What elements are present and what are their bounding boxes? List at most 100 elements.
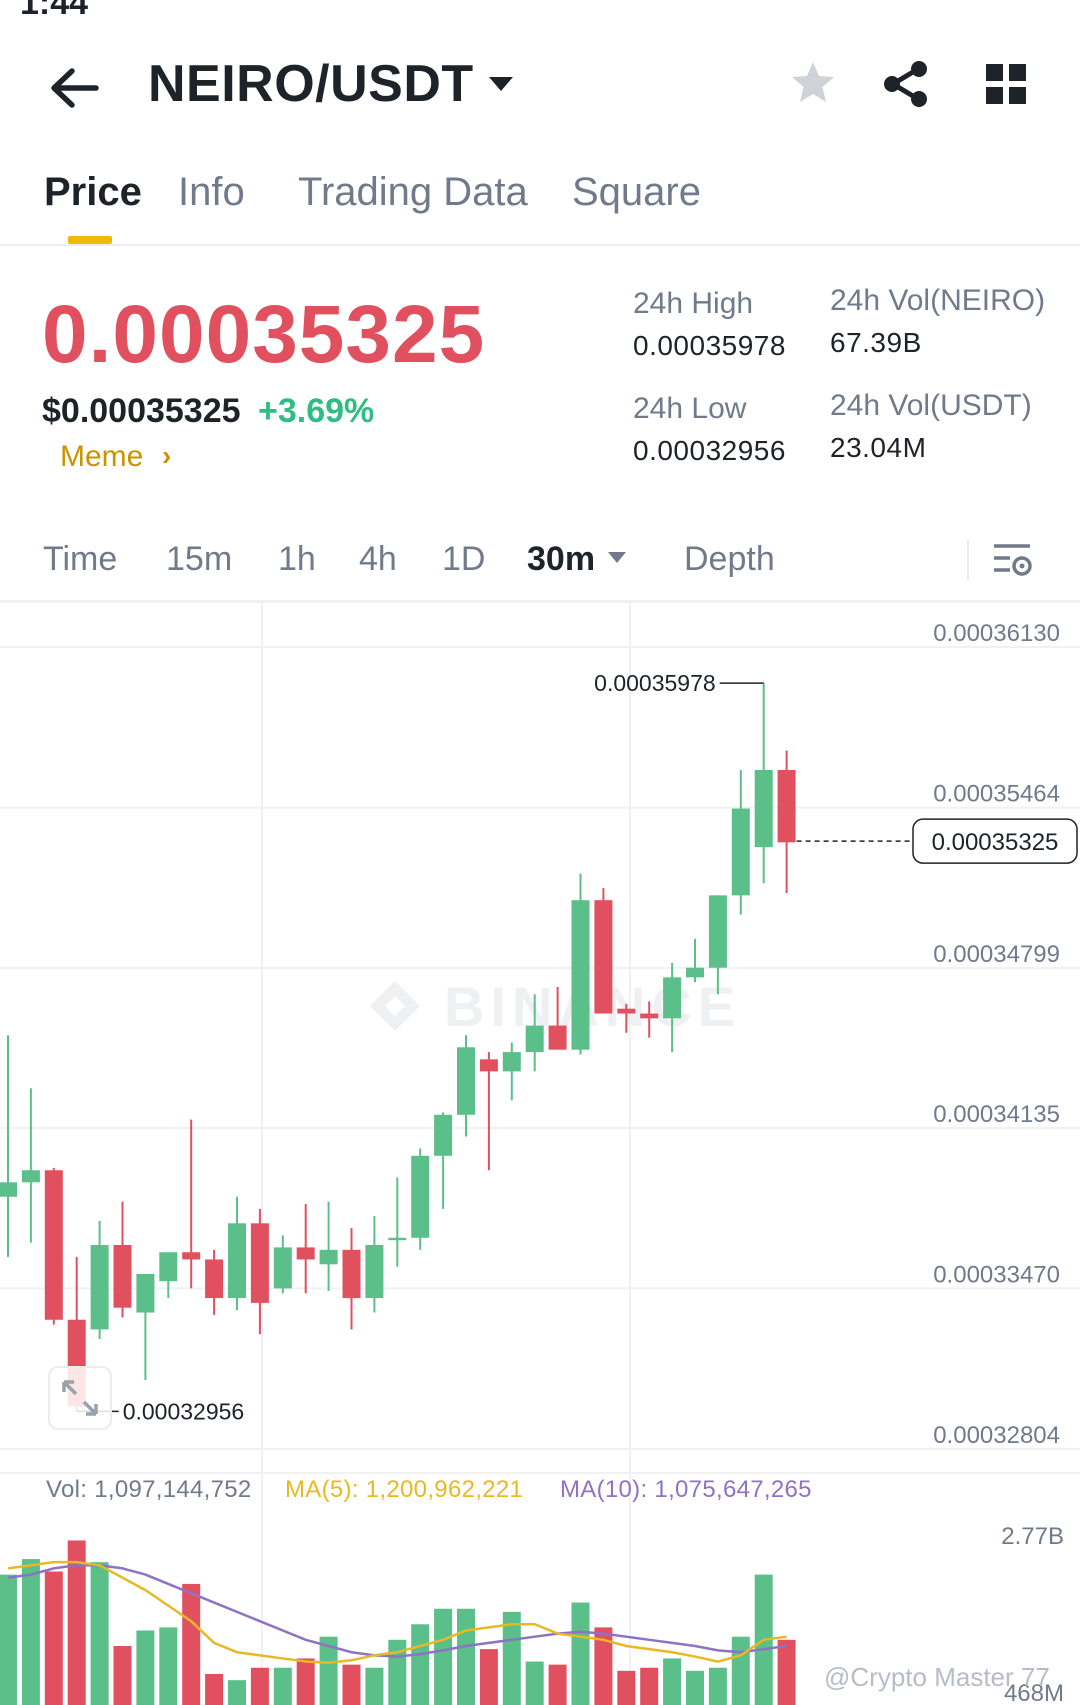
volume-bar (777, 1639, 796, 1705)
tab-square[interactable]: Square (572, 170, 701, 215)
stat-24h-high-label: 24h High (633, 287, 754, 320)
volume-bar (136, 1630, 155, 1705)
stat-24h-vol-base-label: 24h Vol(NEIRO) (830, 284, 1046, 317)
candle-down (44, 1170, 63, 1320)
favorite-button[interactable] (788, 58, 838, 108)
pair-dropdown[interactable] (486, 70, 516, 100)
stat-24h-high-value: 0.00035978 (633, 330, 786, 361)
candle-up (434, 1114, 453, 1156)
volume-bar (411, 1624, 430, 1705)
candle-up (754, 769, 773, 848)
volume-bar (342, 1664, 361, 1705)
volume-bar (457, 1608, 475, 1705)
volume-bar (525, 1661, 544, 1705)
volume-bar (708, 1667, 727, 1705)
candle-down (617, 1008, 636, 1014)
timeframe-1h[interactable]: 1h (278, 540, 316, 579)
toolbar-separator (967, 540, 969, 580)
ma5-legend: MA(5): 1,200,962,221 (285, 1476, 524, 1503)
candle-up (273, 1247, 292, 1289)
chart-settings-icon (994, 544, 1032, 576)
fullscreen-button[interactable] (48, 1366, 112, 1430)
candle-up (0, 1182, 17, 1197)
timeframe-selected[interactable]: 30m (527, 540, 595, 579)
volume-bar (44, 1571, 63, 1705)
candle-up (319, 1249, 338, 1265)
candle-down (777, 769, 796, 843)
candle-up (571, 900, 590, 1050)
volume-bar (182, 1583, 201, 1705)
last-price: 0.00035325 (42, 289, 486, 380)
watermark-text: @Crypto Master 77 (824, 1662, 1050, 1692)
candle-up (525, 1025, 544, 1053)
candle-down (113, 1245, 132, 1308)
candle-up (90, 1245, 109, 1330)
price-axis-label: 0.00034135 (933, 1101, 1060, 1128)
price-axis-label: 0.00033470 (933, 1261, 1060, 1288)
candle-up (411, 1155, 430, 1238)
volume-bar (640, 1667, 659, 1705)
pair-title[interactable]: NEIRO/USDT (148, 54, 474, 114)
price-axis-label: 0.00034799 (933, 941, 1060, 968)
volume-legend: Vol: 1,097,144,752 (46, 1476, 252, 1503)
price-change: +3.69% (258, 392, 375, 430)
stat-24h-low-label: 24h Low (633, 392, 747, 425)
star-icon (792, 62, 834, 102)
chart-settings-button[interactable] (990, 538, 1036, 584)
volume-bar (113, 1646, 132, 1705)
candlestick-chart[interactable]: 0.00036130 0.00035464 0.00034799 0.00034135… (0, 603, 1080, 1705)
stat-24h-vol-quote-value: 23.04M (830, 432, 927, 463)
stat-24h-low-value: 0.00032956 (633, 435, 786, 466)
volume-bar (731, 1636, 750, 1705)
caret-down-icon (606, 550, 628, 566)
volume-bar (296, 1658, 315, 1705)
high-marker-label: 0.00035978 (594, 670, 716, 696)
chart-watermark: BINANCE (444, 975, 741, 1038)
ma10-legend: MA(10): 1,075,647,265 (560, 1476, 812, 1503)
volume-bar (250, 1667, 269, 1705)
tab-trading-data[interactable]: Trading Data (298, 170, 528, 215)
candle-up (136, 1273, 155, 1313)
volume-bar (90, 1562, 109, 1705)
candle-down (182, 1252, 201, 1260)
candle-down (250, 1223, 269, 1303)
volume-bar (617, 1670, 636, 1705)
active-tab-indicator (68, 236, 112, 244)
volume-bar (686, 1670, 704, 1705)
candle-up (663, 977, 682, 1019)
share-button[interactable] (880, 58, 932, 110)
layout-button[interactable] (984, 62, 1028, 106)
volume-bar (273, 1667, 292, 1705)
back-button[interactable] (44, 58, 104, 118)
candle-down (296, 1247, 315, 1260)
timeframe-time[interactable]: Time (43, 540, 117, 579)
timeframe-1d[interactable]: 1D (442, 540, 485, 579)
volume-bar (205, 1673, 224, 1705)
volume-bar (479, 1649, 498, 1705)
depth-tab[interactable]: Depth (684, 540, 775, 579)
price-axis-label: 0.00035464 (933, 781, 1060, 808)
candle-up (21, 1170, 40, 1183)
volume-bar (228, 1680, 246, 1705)
price-axis-label: 0.00036130 (933, 620, 1060, 647)
candle-up (731, 808, 750, 896)
candle-up (388, 1237, 407, 1241)
candle-down (640, 1013, 659, 1019)
candle-down (594, 900, 613, 1014)
stat-24h-vol-base-value: 67.39B (830, 327, 922, 358)
category-tag[interactable]: Meme (60, 440, 143, 474)
last-price-tag-label: 0.00035325 (932, 829, 1059, 856)
volume-bar (571, 1602, 590, 1705)
candle-up (159, 1252, 178, 1282)
tab-info[interactable]: Info (178, 170, 245, 215)
tab-price[interactable]: Price (44, 170, 142, 215)
low-marker-label: 0.00032956 (123, 1398, 245, 1424)
candle-up (457, 1047, 475, 1115)
caret-down-icon (489, 77, 513, 91)
timeframe-15m[interactable]: 15m (166, 540, 232, 579)
volume-bar (434, 1608, 453, 1705)
timeframe-4h[interactable]: 4h (359, 540, 397, 579)
candle-down (548, 1025, 567, 1050)
candle-up (686, 967, 704, 978)
stat-24h-vol-quote-label: 24h Vol(USDT) (830, 389, 1032, 422)
